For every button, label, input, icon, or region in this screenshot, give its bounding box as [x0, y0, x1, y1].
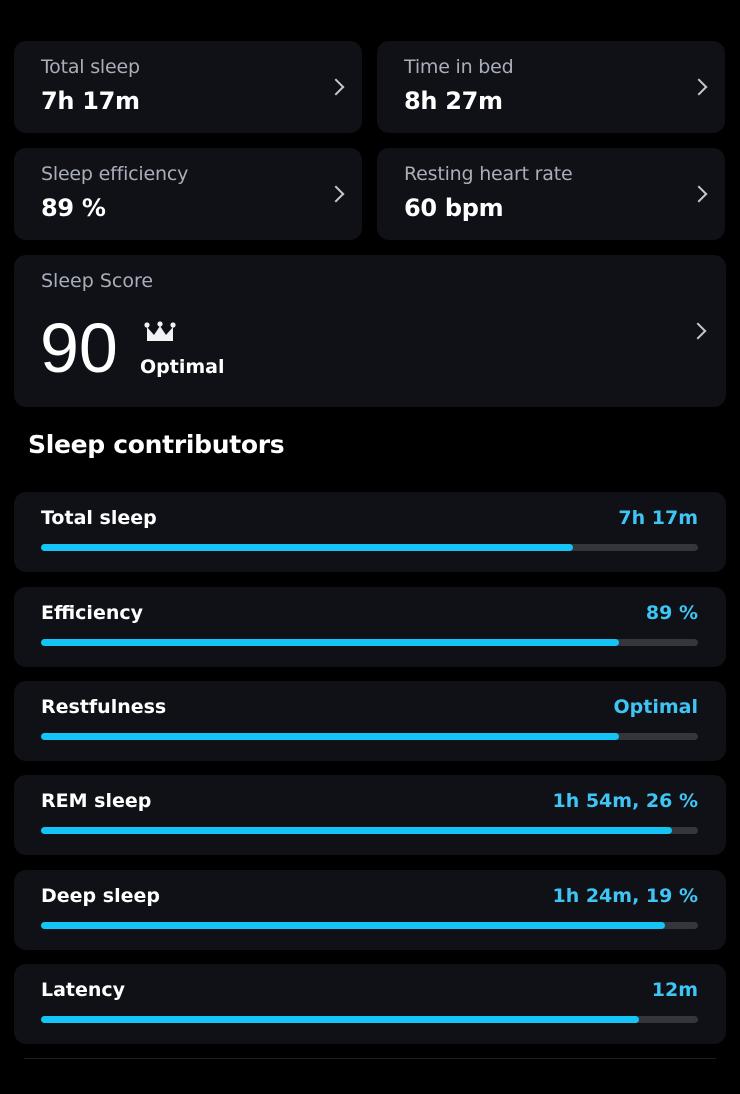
contributor-name: Efficiency: [41, 602, 144, 624]
section-title-sleep-contributors: Sleep contributors: [28, 430, 285, 459]
metric-label: Sleep efficiency: [41, 163, 189, 185]
sleep-score-card[interactable]: Sleep Score 90 Optimal: [14, 255, 726, 407]
contributor-name: Deep sleep: [41, 885, 160, 907]
contributor-value: 7h 17m: [618, 507, 698, 529]
contributor-progress-track: [41, 1016, 698, 1023]
metric-value: 60 bpm: [404, 194, 504, 222]
contributor-progress-track: [41, 922, 698, 929]
contributor-card[interactable]: Latency 12m: [14, 964, 726, 1044]
sleep-score-value: 90: [40, 309, 118, 387]
metric-value: 89 %: [41, 194, 106, 222]
contributor-card[interactable]: Restfulness Optimal: [14, 681, 726, 761]
metric-label: Time in bed: [404, 56, 514, 78]
contributor-value: Optimal: [613, 696, 698, 718]
contributor-value: 89 %: [645, 602, 698, 624]
contributor-value: 1h 24m, 19 %: [552, 885, 698, 907]
chevron-right-icon: [327, 185, 345, 203]
contributor-card[interactable]: Efficiency 89 %: [14, 587, 726, 667]
contributor-progress-track: [41, 827, 698, 834]
contributor-value: 12m: [651, 979, 698, 1001]
metric-card-sleep-efficiency[interactable]: Sleep efficiency 89 %: [14, 148, 362, 240]
contributor-card[interactable]: Total sleep 7h 17m: [14, 492, 726, 572]
contributor-value: 1h 54m, 26 %: [552, 790, 698, 812]
contributor-progress-track: [41, 544, 698, 551]
divider: [24, 1058, 716, 1059]
contributor-card[interactable]: REM sleep 1h 54m, 26 %: [14, 775, 726, 855]
contributor-progress-fill: [41, 733, 620, 740]
chevron-right-icon: [690, 78, 708, 96]
crown-icon: [144, 321, 176, 341]
contributor-progress-fill: [41, 1016, 639, 1023]
contributor-name: REM sleep: [41, 790, 152, 812]
metric-label: Resting heart rate: [404, 163, 573, 185]
contributor-progress-fill: [41, 922, 666, 929]
contributor-name: Restfulness: [41, 696, 167, 718]
contributor-card[interactable]: Deep sleep 1h 24m, 19 %: [14, 870, 726, 950]
chevron-right-icon: [690, 185, 708, 203]
chevron-right-icon: [327, 78, 345, 96]
metric-card-time-in-bed[interactable]: Time in bed 8h 27m: [377, 41, 725, 133]
contributor-progress-fill: [41, 827, 672, 834]
contributor-progress-track: [41, 639, 698, 646]
sleep-score-label: Sleep Score: [41, 270, 154, 292]
contributor-name: Total sleep: [41, 507, 157, 529]
metric-card-total-sleep[interactable]: Total sleep 7h 17m: [14, 41, 362, 133]
chevron-right-icon: [689, 322, 707, 340]
metric-card-resting-heart-rate[interactable]: Resting heart rate 60 bpm: [377, 148, 725, 240]
contributor-name: Latency: [41, 979, 126, 1001]
contributor-progress-fill: [41, 639, 620, 646]
sleep-score-rating: Optimal: [140, 356, 225, 378]
metric-label: Total sleep: [41, 56, 140, 78]
metric-value: 7h 17m: [41, 87, 140, 115]
metric-value: 8h 27m: [404, 87, 503, 115]
contributor-progress-fill: [41, 544, 574, 551]
contributor-progress-track: [41, 733, 698, 740]
